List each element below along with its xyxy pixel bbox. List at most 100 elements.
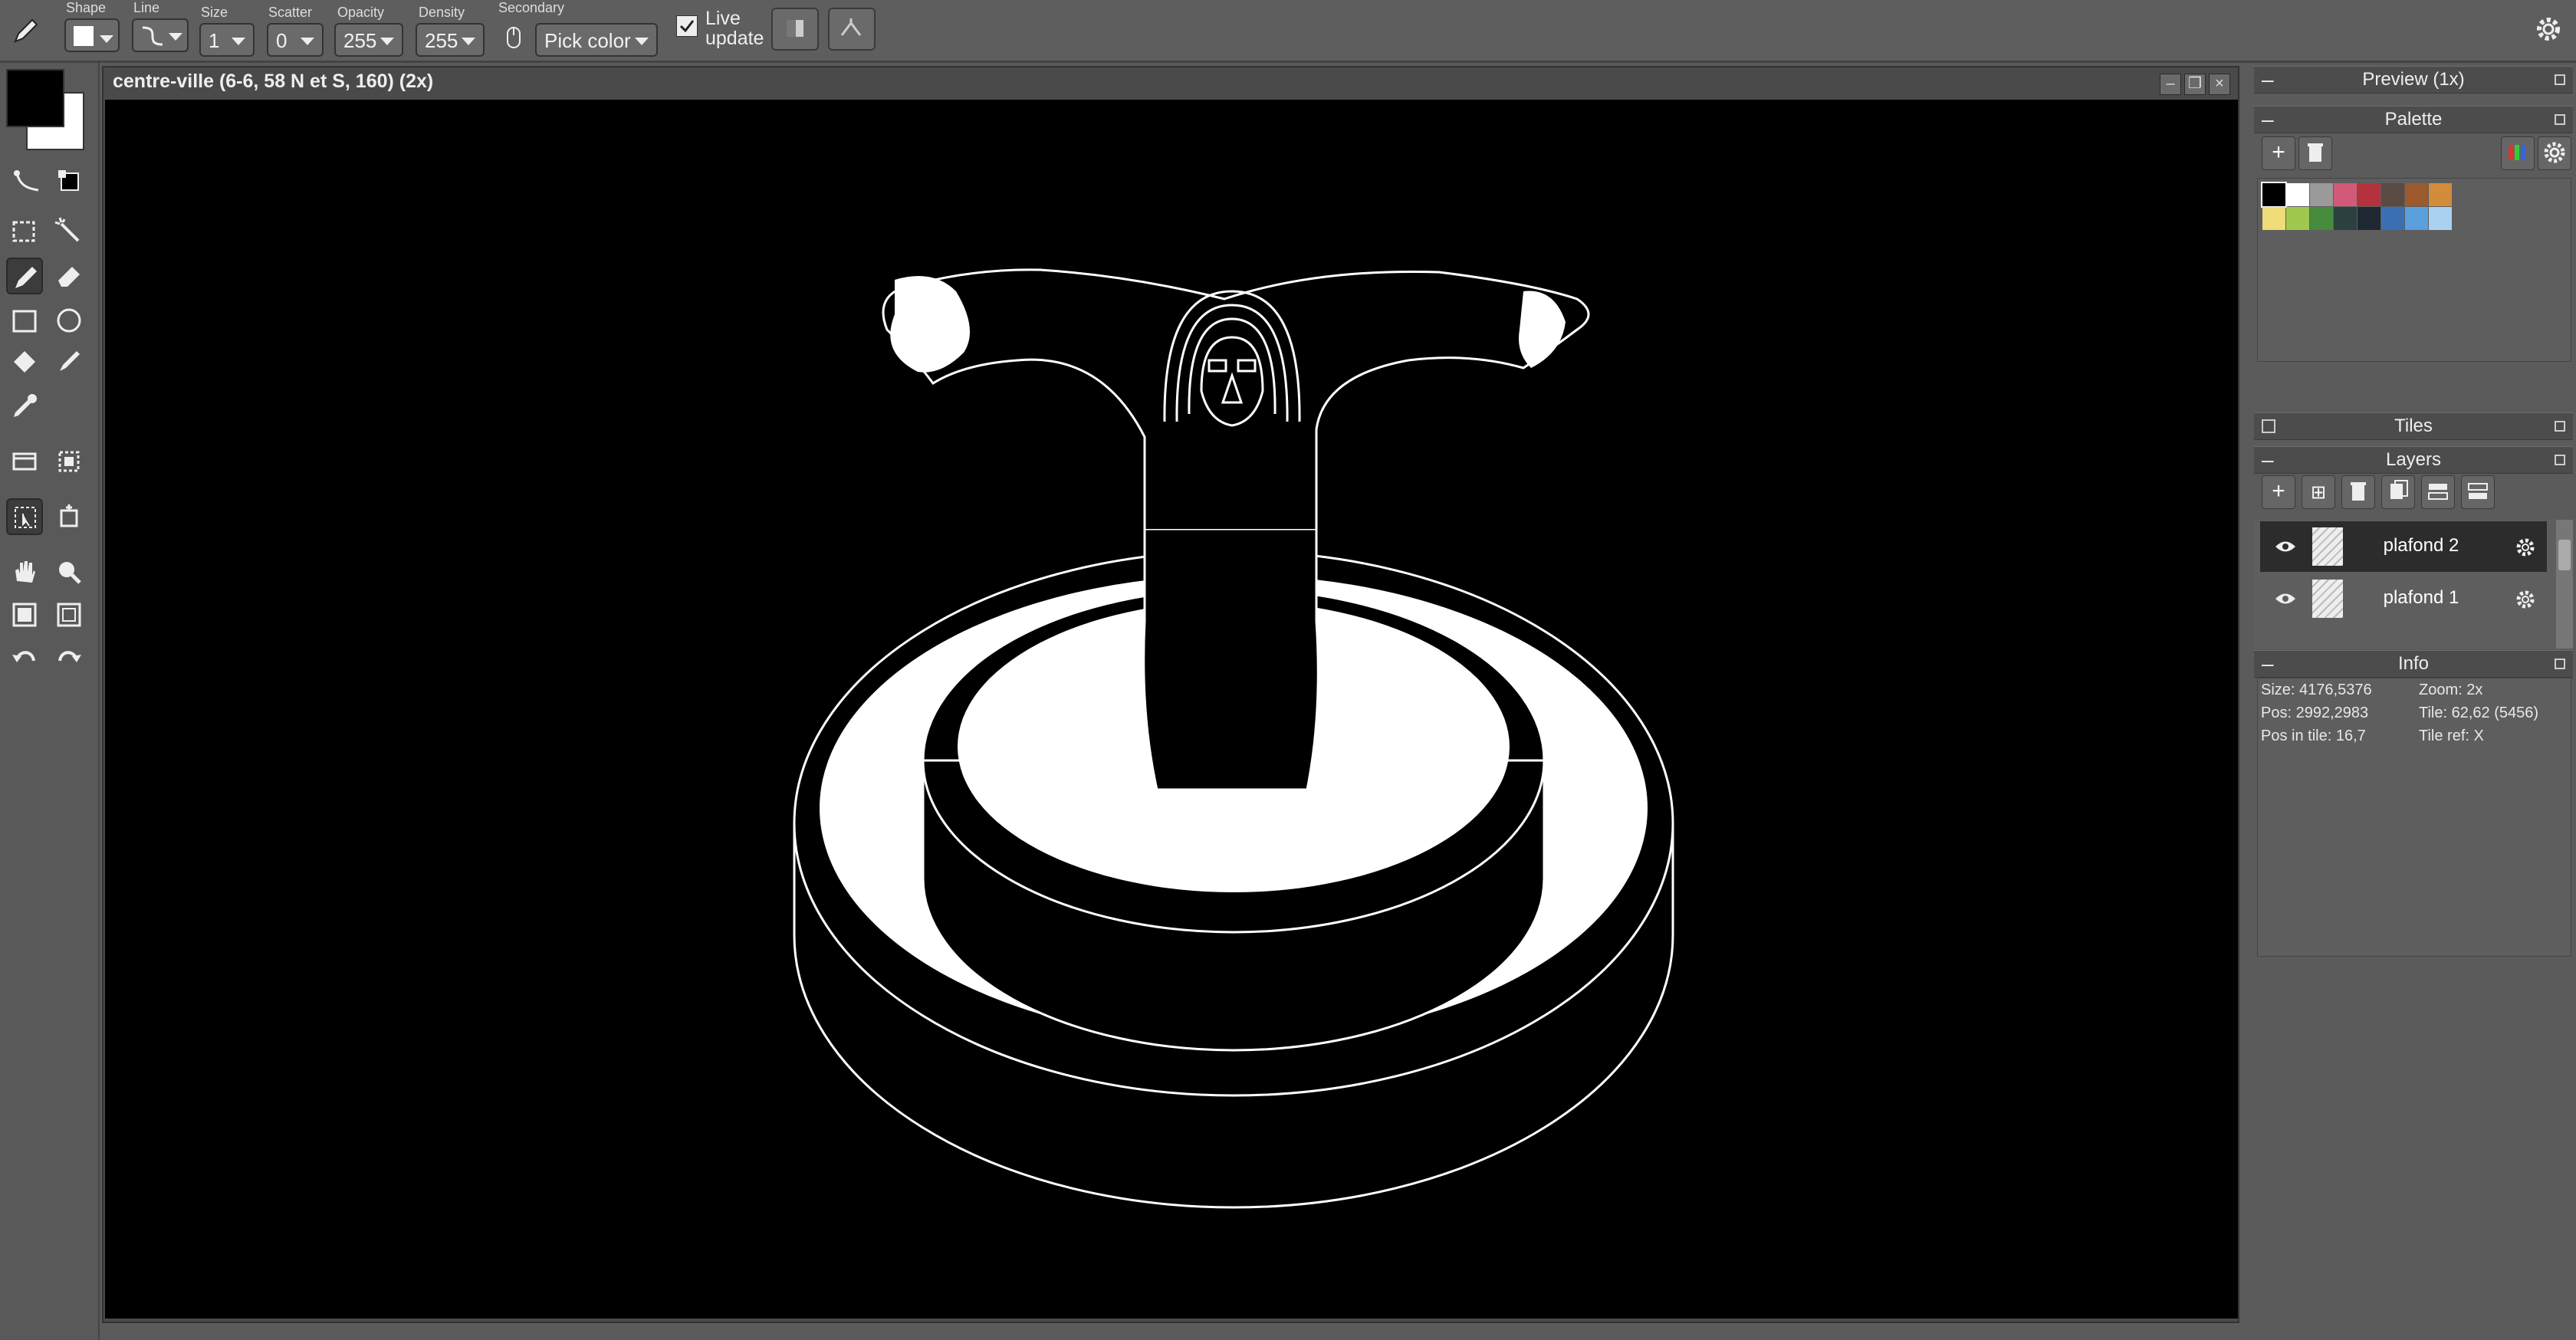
eye-icon[interactable] (2274, 538, 2297, 559)
palette-swatch[interactable] (2310, 183, 2333, 206)
palette-settings-button[interactable] (2538, 136, 2571, 170)
redo-icon (51, 651, 87, 679)
add-layer-button[interactable]: + (2262, 475, 2295, 509)
palette-swatch[interactable] (2405, 207, 2428, 230)
palette-swatch[interactable] (2381, 207, 2404, 230)
hand-tool[interactable] (6, 553, 43, 590)
delete-color-button[interactable] (2298, 136, 2332, 170)
settings-gear-icon[interactable] (2533, 14, 2564, 48)
layer-settings-icon[interactable] (2513, 535, 2538, 563)
palette-swatch[interactable] (2358, 183, 2380, 206)
tiles-panel-header[interactable]: Tiles (2254, 412, 2573, 440)
tiles-title: Tiles (2394, 415, 2433, 436)
plus-icon: + (2272, 478, 2285, 504)
grid-tool[interactable] (6, 596, 43, 633)
density-select[interactable]: 255 (416, 23, 485, 57)
opacity-select[interactable]: 255 (334, 23, 403, 57)
hammer-head (882, 268, 1590, 529)
eraser-tool[interactable] (51, 258, 87, 294)
live-update-checkbox[interactable] (676, 15, 698, 37)
brush-tool[interactable] (51, 343, 87, 380)
pencil-tool-icon[interactable] (11, 15, 41, 50)
layers-scrollbar[interactable] (2556, 520, 2573, 649)
zoom-tool[interactable] (51, 553, 87, 590)
palette-swatch[interactable] (2261, 182, 2287, 208)
layer-tool[interactable] (6, 443, 43, 480)
transform-tool[interactable] (51, 443, 87, 480)
shape-label: Shape (66, 0, 107, 15)
palette-swatch[interactable] (2429, 183, 2452, 206)
layer-row-plafond-1[interactable]: plafond 1 (2260, 573, 2547, 624)
scatter-select[interactable]: 0 (267, 23, 324, 57)
bottom-scrollbar[interactable] (100, 1323, 2246, 1340)
pillar (1142, 527, 1319, 791)
document-window: centre-ville (6-6, 58 N et S, 160) (2x) … (102, 66, 2239, 1323)
curve-line-icon (140, 25, 167, 53)
duplicate-layer-button[interactable] (2381, 475, 2415, 509)
symmetry-button[interactable] (828, 8, 876, 51)
swap-colors-tool[interactable] (51, 163, 87, 199)
tiles-checkbox[interactable] (2262, 419, 2275, 433)
close-button[interactable]: × (2209, 74, 2230, 95)
layers-panel-header[interactable]: – Layers (2254, 446, 2573, 474)
clone-tool[interactable] (51, 498, 87, 535)
rectangle-tool[interactable] (6, 302, 43, 339)
move-selection-tool[interactable] (6, 498, 43, 535)
minimize-button[interactable]: – (2160, 74, 2181, 95)
add-group-button[interactable]: ⊞ (2302, 475, 2335, 509)
layer-thumbnail (2312, 580, 2343, 618)
pencil-tool[interactable] (6, 258, 43, 294)
palette-icon (2502, 145, 2533, 173)
opacity-value: 255 (343, 29, 377, 52)
palette-swatch[interactable] (2334, 183, 2357, 206)
right-panel: – Preview (1x) – Palette + Tiles – Layers +… (2251, 63, 2576, 1340)
info-tile: Tile: 62,62 (5456) (2419, 704, 2539, 721)
redo-button[interactable] (51, 639, 87, 676)
palette-swatch[interactable] (2334, 207, 2357, 230)
palette-panel-header[interactable]: – Palette (2254, 106, 2573, 133)
delete-layer-button[interactable] (2341, 475, 2375, 509)
info-pos-in-tile: Pos in tile: 16,7 (2261, 727, 2366, 744)
layers-icon (2463, 483, 2493, 512)
palette-swatch[interactable] (2358, 207, 2380, 230)
info-title: Info (2397, 653, 2430, 674)
undo-button[interactable] (6, 639, 43, 676)
palette-swatch[interactable] (2429, 207, 2452, 230)
size-select[interactable]: 1 (199, 23, 255, 57)
eye-icon[interactable] (2274, 590, 2297, 611)
drawing-canvas[interactable] (105, 100, 2238, 1319)
palette-swatch[interactable] (2286, 183, 2309, 206)
info-zoom: Zoom: 2x (2419, 681, 2483, 698)
palette-swatch[interactable] (2310, 207, 2333, 230)
info-panel-header[interactable]: – Info (2254, 650, 2573, 678)
preview-panel-header[interactable]: – Preview (1x) (2254, 66, 2573, 94)
layer-options-button[interactable] (2461, 475, 2495, 509)
add-group-icon: ⊞ (2310, 482, 2327, 503)
live-update-label-1: Live (705, 8, 741, 29)
rect-select-tool[interactable] (6, 213, 43, 250)
line-select[interactable] (132, 18, 189, 52)
merge-down-button[interactable] (2421, 475, 2455, 509)
shape-select[interactable] (64, 18, 120, 52)
palette-swatch[interactable] (2262, 207, 2285, 230)
frame-tool[interactable] (51, 596, 87, 633)
restore-button[interactable]: ❐ (2184, 74, 2206, 95)
palette-swatch[interactable] (2381, 183, 2404, 206)
line-tool[interactable] (9, 163, 46, 199)
palette-editor-button[interactable] (2501, 136, 2535, 170)
info-tile-ref: Tile ref: X (2419, 727, 2484, 744)
magic-wand-tool[interactable] (51, 213, 87, 250)
layer-row-plafond-2[interactable]: plafond 2 (2260, 521, 2547, 572)
eyedropper-tool[interactable] (6, 388, 43, 425)
fill-tool[interactable] (6, 343, 43, 380)
palette-swatch[interactable] (2405, 183, 2428, 206)
layer-name: plafond 1 (2383, 587, 2459, 608)
ellipse-tool[interactable] (51, 302, 87, 339)
mask-button[interactable] (771, 8, 819, 51)
add-color-button[interactable]: + (2262, 136, 2295, 170)
secondary-select[interactable]: Pick color (535, 23, 658, 57)
primary-color-swatch[interactable] (6, 69, 64, 127)
layer-settings-icon[interactable] (2513, 587, 2538, 616)
palette-swatch[interactable] (2286, 207, 2309, 230)
rectangle-icon (6, 310, 43, 342)
